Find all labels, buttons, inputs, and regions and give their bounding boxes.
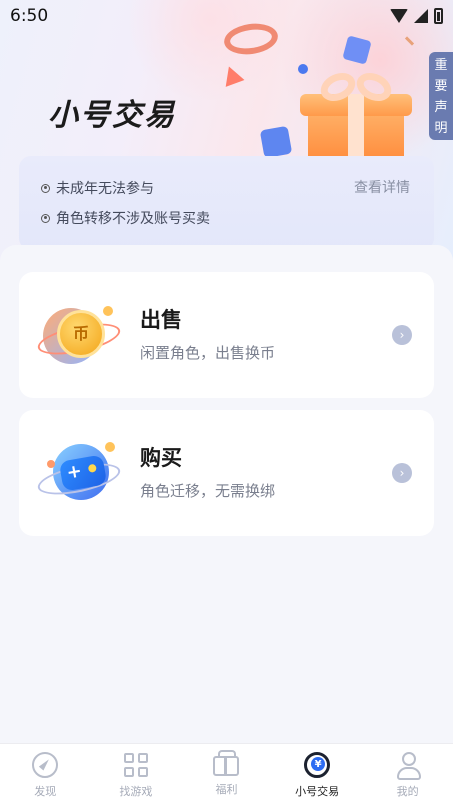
- gamepad-icon: [35, 436, 123, 508]
- compass-icon: [32, 752, 59, 778]
- gift-icon: [213, 750, 240, 776]
- status-icons: [390, 8, 443, 24]
- notice-card: 未成年无法参与 角色转移不涉及账号买卖 查看详情: [19, 156, 434, 250]
- notice-text: 角色转移不涉及账号买卖: [56, 211, 210, 227]
- nav-label: 小号交易: [295, 785, 340, 798]
- gift-box-illustration: [298, 67, 412, 164]
- coin-glyph: 币: [57, 310, 105, 358]
- status-time: 6:50: [10, 6, 49, 26]
- notice-item: 未成年无法参与: [41, 178, 154, 198]
- chevron-right-icon[interactable]: ›: [392, 325, 412, 345]
- nav-item-find-games[interactable]: 找游戏: [91, 744, 182, 805]
- nav-label: 找游戏: [119, 785, 153, 798]
- chevron-right-icon[interactable]: ›: [392, 463, 412, 483]
- dot-decoration: [298, 64, 308, 74]
- nav-label: 我的: [396, 785, 419, 798]
- cube-decoration: [259, 125, 293, 159]
- bullet-icon: [41, 183, 50, 193]
- notice-text: 未成年无法参与: [56, 181, 154, 197]
- sell-title: 出售: [140, 308, 182, 332]
- grid-icon: [123, 752, 149, 778]
- buy-subtitle: 角色迁移，无需换绑: [140, 482, 276, 500]
- sell-subtitle: 闲置角色，出售换币: [140, 344, 276, 362]
- nav-item-discover[interactable]: 发现: [0, 744, 91, 805]
- nav-item-welfare[interactable]: 福利: [181, 744, 272, 805]
- view-details-link[interactable]: 查看详情: [354, 177, 410, 197]
- side-tag-char: 重: [434, 58, 448, 73]
- side-tag-char: 明: [434, 121, 448, 136]
- user-icon: [395, 752, 421, 780]
- buy-card[interactable]: 购买 角色迁移，无需换绑 ›: [19, 410, 434, 536]
- coin-icon: 币: [35, 298, 123, 370]
- buy-title: 购买: [140, 446, 182, 470]
- important-notice-tab[interactable]: 重 要 声 明: [429, 52, 453, 140]
- nav-label: 福利: [215, 783, 238, 796]
- nav-item-account-trade[interactable]: 小号交易: [272, 744, 363, 805]
- page-title: 小号交易: [48, 98, 176, 133]
- battery-icon: [434, 8, 443, 24]
- wifi-icon: [390, 9, 408, 23]
- sell-card[interactable]: 币 出售 闲置角色，出售换币 ›: [19, 272, 434, 398]
- trade-icon: [304, 752, 331, 778]
- side-tag-char: 声: [434, 100, 448, 115]
- signal-icon: [414, 9, 428, 23]
- nav-item-mine[interactable]: 我的: [362, 744, 453, 805]
- notice-item: 角色转移不涉及账号买卖: [41, 208, 210, 228]
- nav-label: 发现: [34, 785, 57, 798]
- bullet-icon: [41, 213, 50, 223]
- bottom-nav: 发现 找游戏 福利 小号交易 我的: [0, 743, 453, 805]
- side-tag-char: 要: [434, 79, 448, 94]
- status-bar: 6:50: [0, 0, 453, 32]
